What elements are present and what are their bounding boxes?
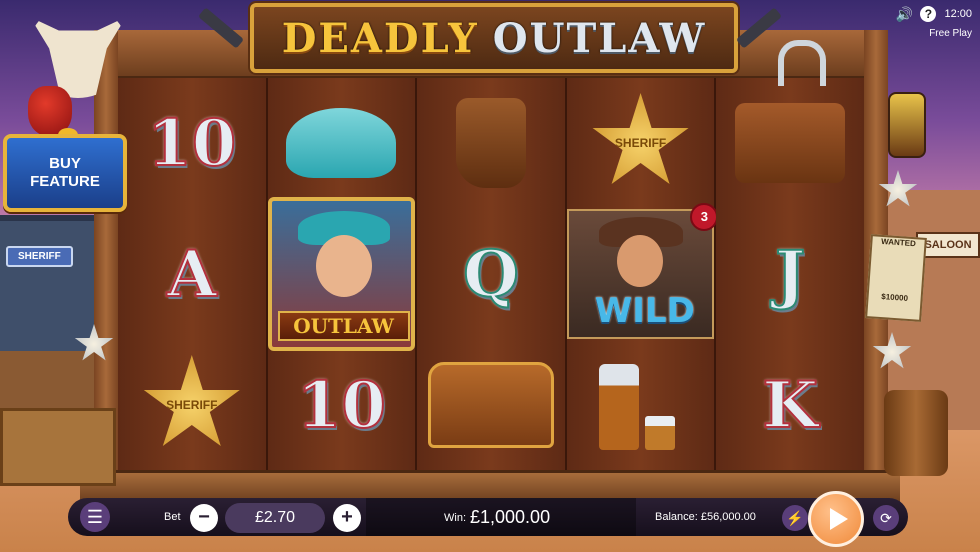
symbol-sheriff-badge: SHERIFF <box>118 340 266 470</box>
logo-word-deadly: DEADLY <box>281 14 479 62</box>
logo-word-outlaw: OUTLAW <box>492 14 707 62</box>
buy-feature-button[interactable]: BUY FEATURE <box>3 134 127 212</box>
reel-1: 10 A SHERIFF <box>118 78 268 470</box>
barrel-icon <box>884 390 948 476</box>
outlaw-portrait: OUTLAW <box>267 197 416 351</box>
spin-button[interactable] <box>808 491 864 547</box>
reel-3: Q <box>417 78 567 470</box>
symbol-treasure-chest <box>417 340 565 470</box>
win-value: £1,000.00 <box>470 507 551 527</box>
symbol-10: 10 <box>296 367 387 444</box>
symbol-10: 10 <box>146 105 237 182</box>
bet-value: £2.70 <box>225 503 325 533</box>
symbol-whiskey <box>567 340 715 470</box>
bet-label: Bet <box>164 511 181 523</box>
balance-label: Balance: £56,000.00 <box>655 511 756 523</box>
whiskey-icon <box>598 360 683 450</box>
treasure-chest-icon <box>427 362 554 448</box>
wild-multiplier-badge: 3 <box>690 203 719 231</box>
help-button[interactable]: ? <box>920 6 937 22</box>
reel-2: OUTLAW 10 <box>267 78 418 470</box>
symbol-cowboy-hat <box>268 78 416 208</box>
symbol-a: A <box>166 236 218 313</box>
outlaw-banner: OUTLAW <box>277 311 410 341</box>
symbol-sheriff-badge: SHERIFF <box>567 78 715 208</box>
wild-portrait: WILD 3 <box>566 203 719 339</box>
dynamite-crate-icon <box>0 408 116 486</box>
wanted-poster: WANTED $10000 <box>865 234 927 322</box>
horseshoe-icon <box>778 40 826 86</box>
sheriff-badge-icon: SHERIFF <box>592 93 689 184</box>
cowboy-hat-icon <box>286 108 397 178</box>
symbol-wild: WILD 3 <box>566 203 719 339</box>
bet-decrease-button[interactable]: − <box>190 504 218 532</box>
symbol-outlaw: OUTLAW <box>267 197 416 351</box>
utility-bar: 🔊 ? 12:00 <box>896 6 972 22</box>
free-play-label: Free Play <box>929 28 972 39</box>
sheriff-badge-icon: SHERIFF <box>143 355 240 446</box>
sheriff-building-sign: SHERIFF <box>6 246 73 267</box>
menu-button[interactable]: ☰ <box>80 502 110 532</box>
wild-label: WILD <box>594 291 695 331</box>
symbol-j: J <box>774 236 806 313</box>
clock: 12:00 <box>944 8 972 20</box>
turbo-button[interactable]: ⚡ <box>782 505 808 531</box>
symbol-k: K <box>761 367 819 444</box>
sound-icon[interactable]: 🔊 <box>896 6 913 22</box>
symbol-q: Q <box>462 236 520 313</box>
symbol-boots <box>417 78 565 208</box>
game-logo: DEADLY OUTLAW <box>250 3 738 73</box>
reel-grid: 10 A SHERIFF OUTLAW 10 Q SHERIFF WILD 3 … <box>118 78 864 470</box>
symbol-gun-holster <box>716 78 864 208</box>
lantern-icon <box>888 92 926 158</box>
autoplay-button[interactable]: ⟳ <box>873 505 899 531</box>
win-label: Win: <box>444 512 466 524</box>
boots-icon <box>455 98 526 188</box>
outlaw-face-icon <box>315 235 372 297</box>
reel-5: J K <box>716 78 864 470</box>
reel-4: SHERIFF WILD 3 <box>566 78 719 470</box>
play-icon <box>829 508 848 530</box>
bet-increase-button[interactable]: + <box>333 504 361 532</box>
wild-face-icon <box>616 235 663 287</box>
game-scene: SHERIFF SALOON 10 A SHERIFF OUTLAW 10 Q … <box>0 0 980 552</box>
gun-holster-icon <box>735 103 846 183</box>
